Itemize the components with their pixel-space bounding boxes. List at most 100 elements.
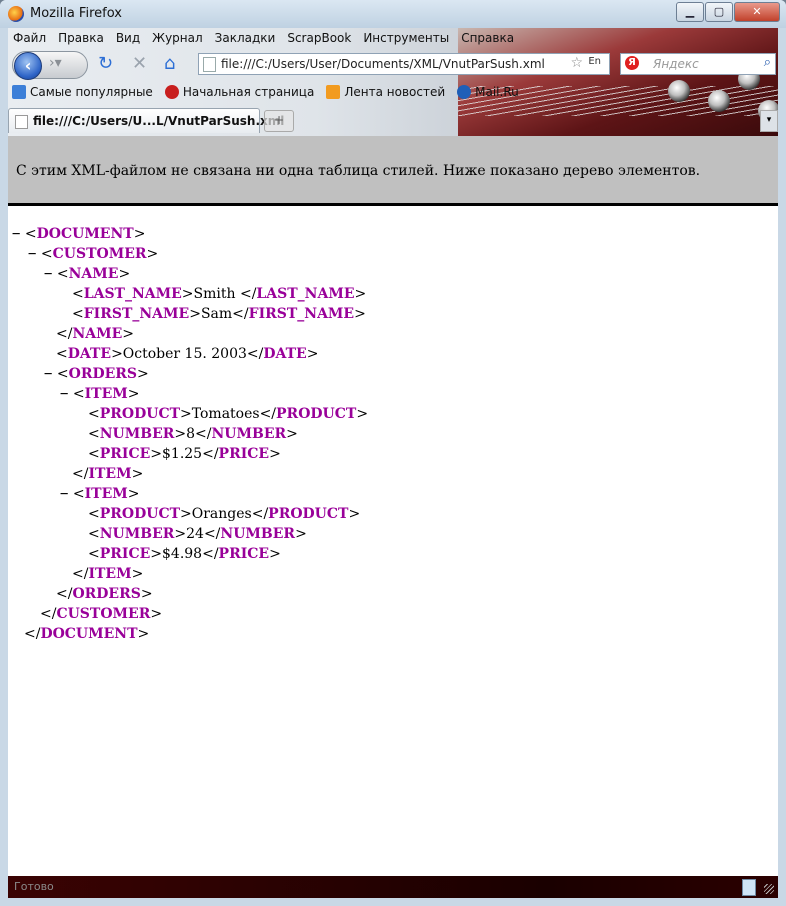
collapse-toggle[interactable]: − — [12, 226, 20, 242]
tag-name: ITEM — [84, 486, 128, 502]
xml-tree: − <DOCUMENT> − <CUSTOMER> − <NAME> <LAST… — [8, 224, 368, 644]
tag-name: LAST_NAME — [256, 286, 355, 302]
tree-line: − <ITEM> — [60, 486, 140, 502]
page-content: С этим XML-файлом не связана ни одна таб… — [8, 136, 778, 876]
menu-view[interactable]: Вид — [110, 28, 146, 48]
tag-name: DOCUMENT — [40, 626, 138, 642]
collapse-toggle[interactable]: − — [60, 386, 68, 402]
tree-line: − <DOCUMENT> — [12, 226, 146, 242]
tag-name: PRICE — [218, 446, 270, 462]
address-url: file:///C:/Users/User/Documents/XML/Vnut… — [221, 57, 545, 71]
tag-name: NUMBER — [99, 426, 175, 442]
bookmark-star-icon[interactable]: ☆ — [570, 55, 583, 71]
tree-line: </ITEM> — [72, 566, 144, 582]
tree-line: <NUMBER>8</NUMBER> — [88, 426, 298, 442]
close-button[interactable]: ✕ — [734, 2, 780, 22]
menu-bar: Файл Правка Вид Журнал Закладки ScrapBoo… — [8, 28, 520, 48]
tag-name: PRODUCT — [268, 506, 349, 522]
tag-name: LAST_NAME — [83, 286, 182, 302]
collapse-toggle[interactable]: − — [44, 266, 52, 282]
tag-name: ITEM — [88, 466, 132, 482]
menu-scrapbook[interactable]: ScrapBook — [281, 28, 357, 48]
menu-bookmarks[interactable]: Закладки — [209, 28, 282, 48]
tree-line: </DOCUMENT> — [24, 626, 150, 642]
tag-name: NUMBER — [99, 526, 175, 542]
bookmark-most-visited[interactable]: Самые популярные — [8, 82, 153, 102]
tab-list-button[interactable]: ▾ — [760, 110, 778, 132]
mailru-icon — [457, 85, 472, 99]
tag-name: ORDERS — [72, 586, 141, 602]
element-text: 8 — [186, 426, 196, 442]
tree-line: − <ORDERS> — [44, 366, 149, 382]
menu-history[interactable]: Журнал — [146, 28, 209, 48]
tree-line: </ITEM> — [72, 466, 144, 482]
tag-name: PRODUCT — [276, 406, 357, 422]
collapse-toggle[interactable]: − — [60, 486, 68, 502]
browser-toolbar-area: Файл Правка Вид Журнал Закладки ScrapBoo… — [8, 28, 778, 136]
bookmark-mailru[interactable]: Mail.Ru — [453, 82, 519, 102]
element-text: Smith — [193, 286, 240, 302]
element-text: $1.25 — [162, 446, 203, 462]
navigation-bar: ‹ ›▾ ↻ ✕ ⌂ file:///C:/Users/User/Documen… — [8, 49, 778, 80]
tree-line: </ORDERS> — [56, 586, 153, 602]
tag-name: PRICE — [218, 546, 270, 562]
browser-window: Mozilla Firefox ▁ ▢ ✕ Файл Правка Вид Жу… — [0, 0, 786, 906]
search-box[interactable]: Я Яндекс ⌕ — [620, 53, 776, 75]
tree-line: </NAME> — [56, 326, 135, 342]
bookmark-label: Mail.Ru — [475, 85, 519, 99]
menu-tools[interactable]: Инструменты — [357, 28, 455, 48]
menu-help[interactable]: Справка — [455, 28, 520, 48]
back-button[interactable]: ‹ — [14, 52, 42, 80]
firefox-icon — [8, 6, 24, 22]
bookmark-label: Лента новостей — [344, 85, 446, 99]
tree-line: <PRODUCT>Tomatoes</PRODUCT> — [88, 406, 369, 422]
minimize-button[interactable]: ▁ — [676, 2, 704, 22]
rss-icon — [326, 85, 341, 99]
collapse-toggle[interactable]: − — [44, 366, 52, 382]
page-icon — [203, 57, 216, 72]
bookmark-label: Самые популярные — [30, 85, 153, 99]
search-icon[interactable]: ⌕ — [764, 55, 771, 70]
element-text: 24 — [186, 526, 204, 542]
tag-name: PRICE — [99, 446, 151, 462]
tag-name: FIRST_NAME — [248, 306, 355, 322]
forward-button[interactable]: ›▾ — [49, 55, 62, 71]
menu-file[interactable]: Файл — [8, 28, 52, 48]
language-indicator[interactable]: En — [588, 56, 601, 67]
search-placeholder: Яндекс — [653, 57, 699, 71]
xml-info-text: С этим XML-файлом не связана ни одна таб… — [16, 163, 701, 179]
menu-edit[interactable]: Правка — [52, 28, 110, 48]
new-tab-button[interactable]: + — [264, 110, 294, 132]
tree-line: <DATE>October 15. 2003</DATE> — [56, 346, 319, 362]
home-button[interactable]: ⌂ — [164, 53, 175, 74]
reload-button[interactable]: ↻ — [98, 53, 113, 74]
tag-name: DATE — [263, 346, 307, 362]
element-text: Sam — [200, 306, 233, 322]
bookmark-start-page[interactable]: Начальная страница — [161, 82, 314, 102]
collapse-toggle[interactable]: − — [28, 246, 36, 262]
xml-info-banner: С этим XML-файлом не связана ни одна таб… — [8, 136, 778, 206]
address-bar[interactable]: file:///C:/Users/User/Documents/XML/Vnut… — [198, 53, 610, 75]
page-icon — [15, 115, 28, 129]
tree-line: − <ITEM> — [60, 386, 140, 402]
tag-name: ITEM — [88, 566, 132, 582]
tag-name: DATE — [67, 346, 112, 362]
bookmark-news-feed[interactable]: Лента новостей — [322, 82, 445, 102]
arrow-right-icon: ›▾ — [49, 55, 62, 71]
stop-button[interactable]: ✕ — [132, 53, 147, 74]
tag-name: NAME — [68, 266, 119, 282]
tag-name: PRODUCT — [99, 406, 181, 422]
page-status-icon[interactable] — [742, 879, 756, 896]
tree-line: <PRICE>$1.25</PRICE> — [88, 446, 281, 462]
tree-line: − <NAME> — [44, 266, 131, 282]
resize-grip[interactable] — [764, 884, 774, 894]
tag-name: PRICE — [99, 546, 151, 562]
maximize-button[interactable]: ▢ — [705, 2, 733, 22]
tab-xml-file[interactable]: file:///C:/Users/U...L/VnutParSush.xml — [8, 108, 284, 133]
tag-name: ITEM — [84, 386, 128, 402]
guitar-knob-icon — [668, 80, 690, 102]
tag-name: CUSTOMER — [56, 606, 151, 622]
yandex-icon[interactable]: Я — [625, 56, 639, 70]
back-forward-group: ‹ ›▾ — [12, 51, 88, 80]
title-bar: Mozilla Firefox ▁ ▢ ✕ — [0, 0, 786, 28]
